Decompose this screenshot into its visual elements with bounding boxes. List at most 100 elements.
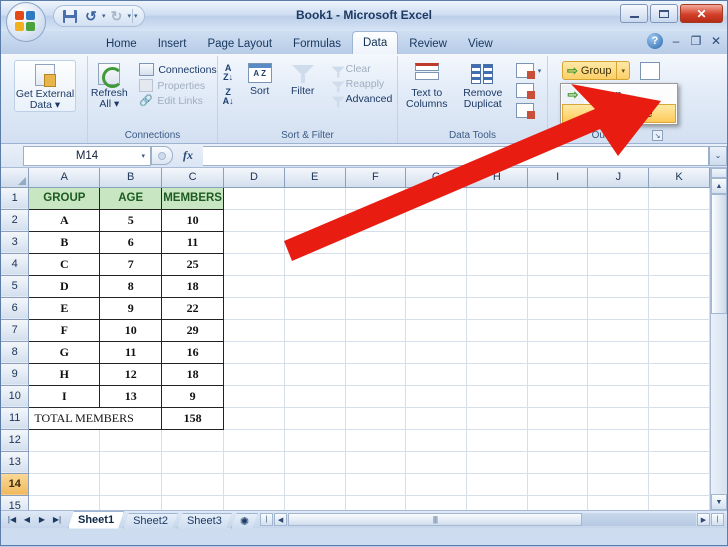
cell-B5[interactable]: 8 — [99, 274, 163, 298]
cell-G12[interactable] — [405, 429, 468, 452]
cell-I14[interactable] — [527, 473, 589, 496]
next-sheet-icon[interactable]: ▶ — [35, 513, 49, 527]
cell-D11[interactable] — [223, 407, 285, 430]
cell-I5[interactable] — [527, 275, 589, 298]
cell-A14[interactable] — [28, 473, 101, 496]
row-header-15[interactable]: 15 — [1, 495, 30, 510]
cell-F14[interactable] — [345, 473, 407, 496]
formula-bar-buttons[interactable] — [151, 146, 173, 165]
cell-B10[interactable]: 13 — [99, 384, 163, 408]
col-header-A[interactable]: A — [28, 168, 101, 188]
cell-J11[interactable] — [587, 407, 650, 430]
cell-E9[interactable] — [284, 363, 346, 386]
sort-ascending-button[interactable]: A Z↓ — [220, 64, 237, 82]
cell-E13[interactable] — [284, 451, 346, 474]
cell-F10[interactable] — [345, 385, 407, 408]
cell-D10[interactable] — [223, 385, 285, 408]
sort-button[interactable]: A Z Sort — [240, 60, 280, 97]
cell-K1[interactable] — [648, 187, 710, 210]
cell-F11[interactable] — [345, 407, 407, 430]
cell-G14[interactable] — [405, 473, 468, 496]
cell-A9[interactable]: H — [28, 362, 101, 386]
cell-H5[interactable] — [466, 275, 528, 298]
first-sheet-icon[interactable]: |◀ — [5, 513, 19, 527]
cell-F5[interactable] — [345, 275, 407, 298]
cell-J13[interactable] — [587, 451, 650, 474]
cell-K3[interactable] — [648, 231, 710, 254]
cell-K2[interactable] — [648, 209, 710, 232]
cell-A3[interactable]: B — [28, 230, 101, 254]
cell-I7[interactable] — [527, 319, 589, 342]
cell-A10[interactable]: I — [28, 384, 101, 408]
get-external-data-button[interactable]: Get External Data ▾ — [14, 60, 76, 112]
cell-F2[interactable] — [345, 209, 407, 232]
cell-E12[interactable] — [284, 429, 346, 452]
col-header-H[interactable]: H — [466, 168, 528, 188]
vertical-split-handle[interactable] — [711, 168, 727, 178]
cell-B13[interactable] — [99, 451, 163, 474]
row-header-12[interactable]: 12 — [1, 429, 30, 452]
cell-E11[interactable] — [284, 407, 346, 430]
cell-E8[interactable] — [284, 341, 346, 364]
cell-C14[interactable] — [161, 473, 225, 496]
hscroll-end-handle[interactable]: | — [711, 513, 724, 526]
col-header-I[interactable]: I — [527, 168, 589, 188]
vertical-scroll-thumb[interactable] — [711, 194, 727, 314]
cell-H13[interactable] — [466, 451, 528, 474]
col-header-E[interactable]: E — [284, 168, 346, 188]
cell-K9[interactable] — [648, 363, 710, 386]
tab-view[interactable]: View — [458, 33, 503, 54]
cell-K4[interactable] — [648, 253, 710, 276]
col-header-D[interactable]: D — [223, 168, 285, 188]
help-icon[interactable]: ? — [647, 33, 663, 49]
cell-I1[interactable] — [527, 187, 589, 210]
cell-B3[interactable]: 6 — [99, 230, 163, 254]
cell-K10[interactable] — [648, 385, 710, 408]
cell-B9[interactable]: 12 — [99, 362, 163, 386]
cell-G4[interactable] — [405, 253, 468, 276]
cell-F8[interactable] — [345, 341, 407, 364]
cell-A1[interactable]: GROUP — [28, 186, 101, 210]
cell-B7[interactable]: 10 — [99, 318, 163, 342]
cell-F9[interactable] — [345, 363, 407, 386]
cell-D14[interactable] — [223, 473, 285, 496]
last-sheet-icon[interactable]: ▶| — [50, 513, 64, 527]
cell-H2[interactable] — [466, 209, 528, 232]
tab-formulas[interactable]: Formulas — [283, 33, 351, 54]
hscroll-track[interactable]: |||| — [288, 513, 696, 526]
consolidate-button[interactable] — [513, 82, 545, 99]
tab-review[interactable]: Review — [399, 33, 457, 54]
office-button[interactable] — [6, 2, 46, 42]
cell-D9[interactable] — [223, 363, 285, 386]
advanced-filter-button[interactable]: Advanced — [326, 92, 396, 108]
connections-button[interactable]: Connections — [136, 62, 219, 77]
cell-H4[interactable] — [466, 253, 528, 276]
cell-J2[interactable] — [587, 209, 650, 232]
what-if-analysis-button[interactable] — [513, 102, 545, 119]
cell-J1[interactable] — [587, 187, 650, 210]
tab-data[interactable]: Data — [351, 31, 399, 54]
cell-D4[interactable] — [223, 253, 285, 276]
cell-G11[interactable] — [405, 407, 468, 430]
subtotal-button[interactable] — [640, 62, 660, 85]
cell-G2[interactable] — [405, 209, 468, 232]
row-header-5[interactable]: 5 — [1, 275, 30, 298]
cell-C8[interactable]: 16 — [161, 340, 225, 364]
cell-C10[interactable]: 9 — [161, 384, 225, 408]
cell-I8[interactable] — [527, 341, 589, 364]
col-header-B[interactable]: B — [99, 168, 163, 188]
name-box[interactable]: M14 ▾ — [23, 145, 151, 166]
text-to-columns-button[interactable]: Text to Columns — [401, 60, 453, 110]
cell-J6[interactable] — [587, 297, 650, 320]
cell-I10[interactable] — [527, 385, 589, 408]
vertical-scroll-track[interactable] — [711, 314, 727, 494]
row-header-11[interactable]: 11 — [1, 407, 30, 430]
cell-H7[interactable] — [466, 319, 528, 342]
cell-G15[interactable] — [405, 495, 468, 510]
row-header-1[interactable]: 1 — [1, 187, 30, 210]
row-header-9[interactable]: 9 — [1, 363, 30, 386]
refresh-all-button[interactable]: Refresh All ▾ — [85, 60, 133, 110]
cell-H3[interactable] — [466, 231, 528, 254]
cell-E7[interactable] — [284, 319, 346, 342]
cell-D8[interactable] — [223, 341, 285, 364]
